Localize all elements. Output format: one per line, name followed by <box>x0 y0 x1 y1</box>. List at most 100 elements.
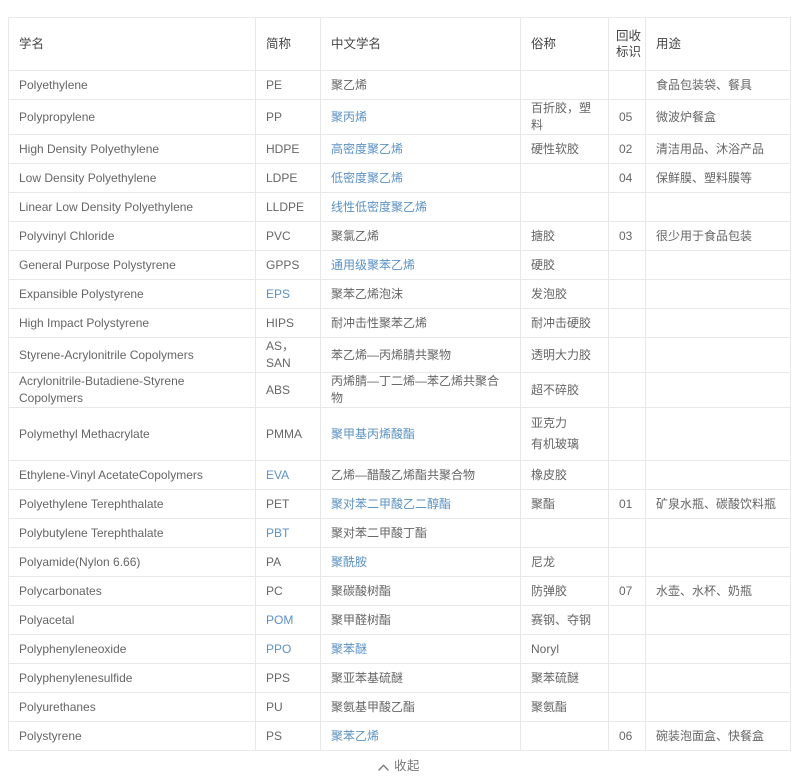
cell-chinese-name-text: 乙烯—醋酸乙烯酯共聚合物 <box>331 467 476 482</box>
cell-usage <box>645 663 791 693</box>
cell-abbreviation[interactable]: EVA <box>255 460 321 490</box>
cell-abbreviation: PET <box>255 489 321 519</box>
cell-abbreviation-text: HIPS <box>266 315 295 330</box>
cell-usage <box>645 372 791 408</box>
cell-chinese-name-text: 丙烯腈—丁二烯—苯乙烯共聚合物 <box>331 374 500 405</box>
cell-abbreviation-link[interactable]: EVA <box>266 468 289 482</box>
cell-chinese-name-link[interactable]: 线性低密度聚乙烯 <box>331 200 427 214</box>
cell-chinese-name-link[interactable]: 聚酰胺 <box>331 555 367 569</box>
cell-chinese-name-link[interactable]: 聚丙烯 <box>331 110 367 124</box>
cell-alias-text: 硬性软胶 <box>531 141 580 156</box>
cell-scientific-name-text: Polyvinyl Chloride <box>19 228 115 243</box>
cell-abbreviation-text: ABS <box>266 382 291 397</box>
cell-chinese-name[interactable]: 线性低密度聚乙烯 <box>320 192 521 222</box>
cell-abbreviation: PPS <box>255 663 321 693</box>
cell-recycle-code <box>608 547 646 577</box>
cell-usage <box>645 547 791 577</box>
cell-scientific-name: Polyethylene Terephthalate <box>8 489 256 519</box>
cell-recycle-code <box>608 634 646 664</box>
cell-chinese-name-text: 聚亚苯基硫醚 <box>331 670 404 685</box>
cell-abbreviation[interactable]: EPS <box>255 279 321 309</box>
table-row: Polyamide(Nylon 6.66) PA 聚酰胺 尼龙 <box>8 547 791 577</box>
cell-scientific-name: Polyphenyleneoxide <box>8 634 256 664</box>
cell-recycle-code <box>608 605 646 635</box>
cell-abbreviation-link[interactable]: POM <box>266 613 293 627</box>
cell-alias-text: 聚酯 <box>531 496 556 511</box>
cell-chinese-name-link[interactable]: 高密度聚乙烯 <box>331 142 403 156</box>
cell-scientific-name: Polycarbonates <box>8 576 256 606</box>
cell-recycle-code-text: 05 <box>619 109 633 124</box>
cell-chinese-name-link[interactable]: 聚苯醚 <box>331 642 367 656</box>
cell-chinese-name-link[interactable]: 聚苯乙烯 <box>331 729 379 743</box>
cell-recycle-code: 04 <box>608 163 646 193</box>
cell-recycle-code <box>608 250 646 280</box>
cell-abbreviation[interactable]: POM <box>255 605 321 635</box>
cell-abbreviation-text: AS，SAN <box>266 339 295 370</box>
cell-usage-text: 清洁用品、沐浴产品 <box>656 141 765 156</box>
cell-abbreviation[interactable]: PBT <box>255 518 321 548</box>
cell-chinese-name: 聚乙烯 <box>320 70 521 100</box>
cell-scientific-name: Polyamide(Nylon 6.66) <box>8 547 256 577</box>
cell-alias-text: 耐冲击硬胶 <box>531 315 592 330</box>
column-header-recycle-code: 回收 标识 <box>608 17 646 71</box>
table-row: Styrene-Acrylonitrile Copolymers AS，SAN 苯乙… <box>8 337 791 373</box>
cell-abbreviation-text: PMMA <box>266 426 302 441</box>
cell-chinese-name: 苯乙烯—丙烯腈共聚物 <box>320 337 521 373</box>
cell-chinese-name[interactable]: 聚丙烯 <box>320 99 521 135</box>
cell-usage-text: 很少用于食品包装 <box>656 228 753 243</box>
cell-recycle-code-text: 02 <box>619 141 633 156</box>
cell-abbreviation: PC <box>255 576 321 606</box>
column-header-abbreviation: 简称 <box>255 17 321 71</box>
cell-scientific-name-text: Polyurethanes <box>19 699 96 714</box>
cell-abbreviation[interactable]: PPO <box>255 634 321 664</box>
cell-chinese-name-link[interactable]: 低密度聚乙烯 <box>331 171 403 185</box>
recycle-header-line-1: 回收 <box>616 29 642 43</box>
cell-scientific-name-text: Polypropylene <box>19 109 96 124</box>
collapse-button[interactable]: 收起 <box>378 760 420 773</box>
cell-alias <box>520 70 609 100</box>
cell-scientific-name-text: Polystyrene <box>19 728 82 743</box>
cell-chinese-name[interactable]: 聚甲基丙烯酸酯 <box>320 407 521 461</box>
cell-chinese-name-text: 聚苯乙烯泡沫 <box>331 286 404 301</box>
cell-recycle-code <box>608 337 646 373</box>
cell-usage <box>645 518 791 548</box>
cell-recycle-code <box>608 308 646 338</box>
cell-abbreviation: GPPS <box>255 250 321 280</box>
cell-usage: 水壶、水杯、奶瓶 <box>645 576 791 606</box>
cell-chinese-name[interactable]: 聚对苯二甲酸乙二醇酯 <box>320 489 521 519</box>
cell-chinese-name[interactable]: 聚苯乙烯 <box>320 721 521 751</box>
table-row: Acrylonitrile-Butadiene-Styrene Copolyme… <box>8 372 791 408</box>
cell-usage <box>645 308 791 338</box>
cell-chinese-name-text: 苯乙烯—丙烯腈共聚物 <box>331 347 452 362</box>
cell-recycle-code: 01 <box>608 489 646 519</box>
cell-chinese-name[interactable]: 通用级聚苯乙烯 <box>320 250 521 280</box>
cell-abbreviation-text: PC <box>266 583 283 598</box>
cell-abbreviation-link[interactable]: PBT <box>266 526 289 540</box>
cell-chinese-name: 聚对苯二甲酸丁酯 <box>320 518 521 548</box>
cell-alias-text: 橡皮胶 <box>531 467 568 482</box>
cell-scientific-name-text: General Purpose Polystyrene <box>19 257 176 272</box>
cell-alias <box>520 518 609 548</box>
cell-chinese-name-link[interactable]: 聚甲基丙烯酸酯 <box>331 427 415 441</box>
cell-chinese-name[interactable]: 低密度聚乙烯 <box>320 163 521 193</box>
cell-usage <box>645 250 791 280</box>
cell-usage: 清洁用品、沐浴产品 <box>645 134 791 164</box>
cell-recycle-code <box>608 407 646 461</box>
cell-chinese-name[interactable]: 聚苯醚 <box>320 634 521 664</box>
cell-scientific-name: Polyethylene <box>8 70 256 100</box>
cell-chinese-name-text: 聚氯乙烯 <box>331 228 380 243</box>
cell-recycle-code <box>608 663 646 693</box>
cell-usage: 碗装泡面盒、快餐盒 <box>645 721 791 751</box>
cell-chinese-name-link[interactable]: 聚对苯二甲酸乙二醇酯 <box>331 497 451 511</box>
cell-abbreviation-text: LLDPE <box>266 199 305 214</box>
cell-abbreviation-link[interactable]: PPO <box>266 642 291 656</box>
cell-recycle-code-text: 07 <box>619 583 633 598</box>
cell-chinese-name-link[interactable]: 通用级聚苯乙烯 <box>331 258 415 272</box>
cell-chinese-name[interactable]: 高密度聚乙烯 <box>320 134 521 164</box>
cell-abbreviation-link[interactable]: EPS <box>266 287 290 301</box>
cell-abbreviation: PE <box>255 70 321 100</box>
table-row: General Purpose Polystyrene GPPS 通用级聚苯乙烯 硬胶 <box>8 250 791 280</box>
table-row: Low Density Polyethylene LDPE 低密度聚乙烯 04 保鲜膜、… <box>8 163 791 193</box>
table-row: Polyphenyleneoxide PPO 聚苯醚 Noryl <box>8 634 791 664</box>
cell-chinese-name[interactable]: 聚酰胺 <box>320 547 521 577</box>
